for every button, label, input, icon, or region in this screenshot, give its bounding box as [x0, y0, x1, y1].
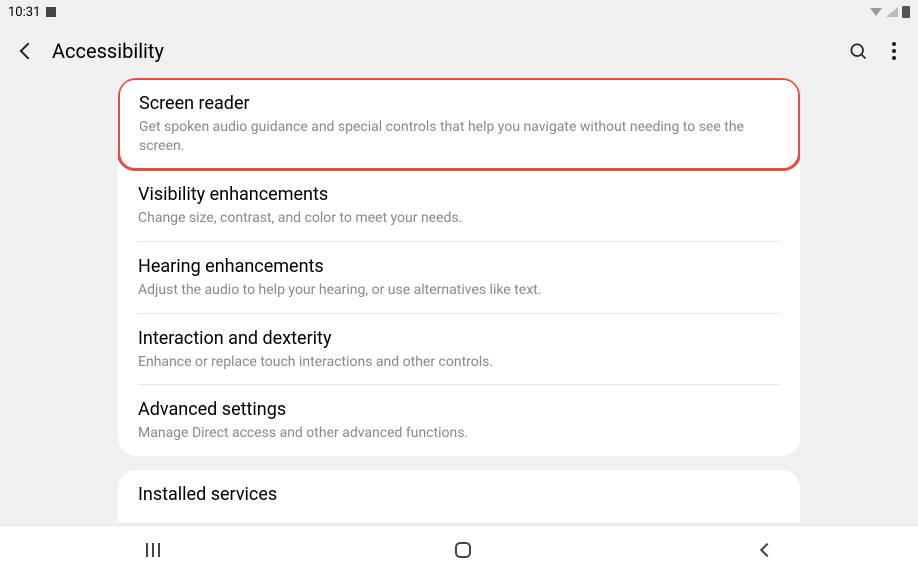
setting-subtitle: Adjust the audio to help your hearing, o… — [138, 281, 780, 300]
setting-installed-services[interactable]: Installed services — [118, 470, 800, 522]
setting-title: Interaction and dexterity — [138, 328, 780, 349]
setting-subtitle: Enhance or replace touch interactions an… — [138, 353, 780, 372]
notification-icon — [46, 7, 56, 17]
setting-subtitle: Change size, contrast, and color to meet… — [138, 209, 780, 228]
settings-card: Screen reader Get spoken audio guidance … — [118, 78, 800, 456]
app-header: Accessibility — [0, 24, 918, 78]
more-icon[interactable] — [892, 42, 896, 60]
nav-recent-icon[interactable] — [146, 543, 164, 557]
signal-icon — [886, 7, 898, 17]
nav-home-icon[interactable] — [455, 542, 471, 558]
page-title: Accessibility — [52, 39, 164, 63]
setting-visibility-enhancements[interactable]: Visibility enhancements Change size, con… — [118, 170, 800, 241]
navigation-bar — [0, 525, 918, 573]
setting-subtitle: Manage Direct access and other advanced … — [138, 424, 780, 443]
search-icon[interactable] — [848, 41, 868, 61]
back-icon[interactable] — [20, 43, 37, 60]
status-bar: 10:31 — [0, 0, 918, 24]
setting-title: Visibility enhancements — [138, 184, 780, 205]
setting-hearing-enhancements[interactable]: Hearing enhancements Adjust the audio to… — [118, 242, 800, 313]
services-card: Installed services — [118, 470, 800, 522]
setting-title: Installed services — [138, 484, 780, 505]
setting-title: Advanced settings — [138, 399, 780, 420]
setting-subtitle: Get spoken audio guidance and special co… — [139, 118, 779, 156]
setting-advanced-settings[interactable]: Advanced settings Manage Direct access a… — [118, 385, 800, 456]
battery-icon — [902, 6, 910, 18]
setting-title: Screen reader — [139, 93, 779, 114]
wifi-icon — [870, 8, 882, 16]
setting-screen-reader[interactable]: Screen reader Get spoken audio guidance … — [118, 78, 800, 171]
status-time: 10:31 — [8, 5, 40, 20]
setting-interaction-dexterity[interactable]: Interaction and dexterity Enhance or rep… — [118, 314, 800, 385]
nav-back-icon[interactable] — [760, 542, 774, 556]
setting-title: Hearing enhancements — [138, 256, 780, 277]
content-area: Screen reader Get spoken audio guidance … — [0, 78, 918, 522]
